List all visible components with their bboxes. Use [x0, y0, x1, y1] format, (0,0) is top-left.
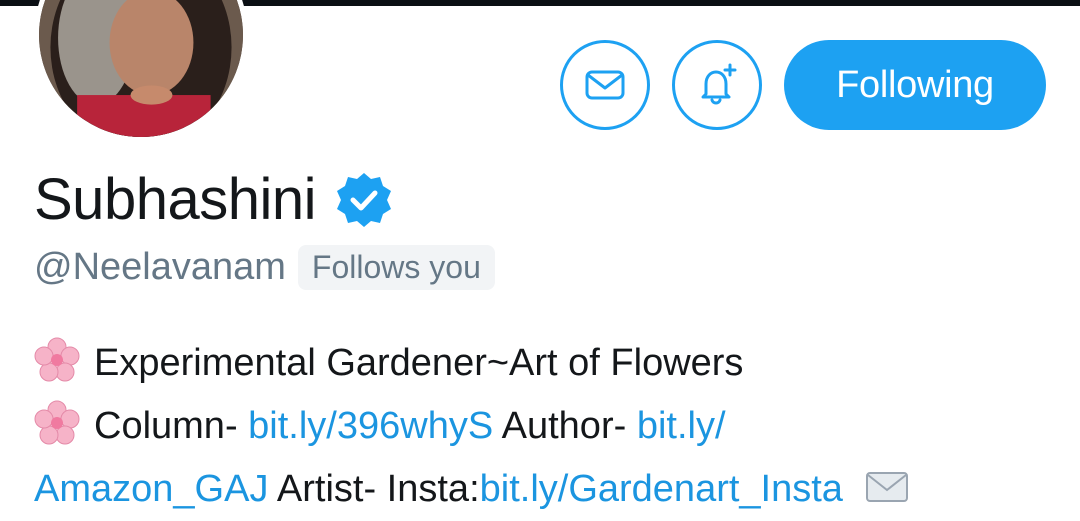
bio-line-1: Experimental Gardener~Art of Flowers	[34, 332, 1074, 395]
bell-plus-icon	[701, 63, 737, 105]
profile-name: Subhashini	[34, 167, 317, 232]
profile-handle-row: @Neelavanam Follows you	[34, 245, 495, 290]
envelope-emoji-icon	[864, 463, 910, 509]
cherry-blossom-icon	[34, 337, 80, 383]
author-link-continued[interactable]: Amazon_GAJ	[34, 468, 268, 510]
bio-text-3b: Artist- Insta:	[268, 468, 480, 510]
insta-link[interactable]: bit.ly/Gardenart_Insta	[480, 468, 843, 510]
bio-text-1: Experimental Gardener~Art of Flowers	[94, 342, 744, 384]
notifications-button[interactable]	[672, 40, 762, 130]
bio-text-2b: Author-	[493, 405, 637, 447]
author-link[interactable]: bit.ly/	[637, 405, 726, 447]
profile-bio: Experimental Gardener~Art of Flowers Col…	[34, 332, 1074, 521]
profile-actions: Following	[560, 40, 1046, 130]
avatar-image	[39, 0, 243, 137]
verified-badge-icon	[334, 170, 394, 230]
following-label: Following	[836, 63, 994, 106]
envelope-icon	[585, 70, 625, 100]
bio-text-2a: Column-	[94, 405, 249, 447]
cherry-blossom-icon	[34, 400, 80, 446]
avatar[interactable]	[34, 0, 248, 142]
profile-handle: @Neelavanam	[34, 246, 286, 288]
bio-line-2: Column- bit.ly/396whyS Author- bit.ly/	[34, 395, 1074, 458]
column-link[interactable]: bit.ly/396whyS	[248, 405, 493, 447]
profile-name-row: Subhashini	[34, 166, 394, 233]
message-button[interactable]	[560, 40, 650, 130]
following-button[interactable]: Following	[784, 40, 1046, 130]
bio-line-3: Amazon_GAJ Artist- Insta:bit.ly/Gardenar…	[34, 458, 1074, 521]
follows-you-badge: Follows you	[297, 245, 495, 290]
